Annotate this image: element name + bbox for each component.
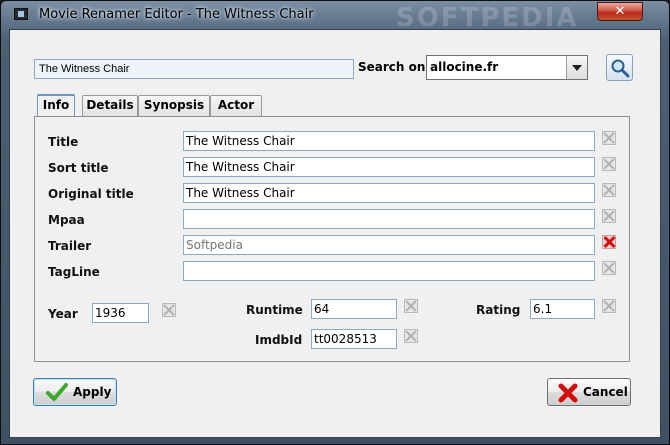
tab-synopsis[interactable]: Synopsis xyxy=(138,95,210,116)
chevron-down-icon[interactable] xyxy=(566,56,587,79)
year-field[interactable]: 1936 xyxy=(92,303,149,323)
rating-label: Rating xyxy=(476,303,521,317)
tab-info[interactable]: Info xyxy=(37,94,75,117)
dialog-body: The Witness Chair Search on allocine.fr … xyxy=(9,29,661,438)
title-bar[interactable]: Movie Renamer Editor - The Witness Chair… xyxy=(1,1,669,33)
search-source-value: allocine.fr xyxy=(430,60,499,74)
title-clear-checkbox[interactable] xyxy=(602,131,616,145)
title-label: Title xyxy=(48,135,79,149)
tab-synopsis-label: Synopsis xyxy=(143,98,205,112)
sort-title-label: Sort title xyxy=(48,161,109,175)
search-source-dropdown[interactable]: allocine.fr xyxy=(426,55,588,80)
tab-details-label: Details xyxy=(86,98,134,112)
editor-window: Movie Renamer Editor - The Witness Chair… xyxy=(0,0,670,445)
imdbid-clear-checkbox[interactable] xyxy=(404,329,418,343)
tab-actor[interactable]: Actor xyxy=(210,95,262,116)
runtime-clear-checkbox[interactable] xyxy=(404,299,418,313)
runtime-field[interactable]: 64 xyxy=(311,299,397,319)
search-icon xyxy=(611,59,630,78)
search-button[interactable] xyxy=(606,54,633,81)
mpaa-field[interactable] xyxy=(183,209,595,229)
window-title: Movie Renamer Editor - The Witness Chair xyxy=(39,7,314,22)
tagline-field[interactable] xyxy=(183,261,595,281)
runtime-label: Runtime xyxy=(246,303,303,317)
close-icon: ✕ xyxy=(614,4,626,19)
search-on-label: Search on xyxy=(358,60,426,74)
original-title-field[interactable]: The Witness Chair xyxy=(183,183,595,203)
tagline-clear-checkbox[interactable] xyxy=(602,261,616,275)
apply-button[interactable]: Apply xyxy=(33,378,117,406)
tab-info-label: Info xyxy=(42,98,70,112)
rating-field[interactable]: 6.1 xyxy=(530,299,595,319)
tab-details[interactable]: Details xyxy=(82,95,138,116)
info-panel: Title The Witness Chair Sort title The W… xyxy=(34,116,630,362)
close-window-button[interactable]: ✕ xyxy=(597,2,643,21)
sort-title-clear-checkbox[interactable] xyxy=(602,157,616,171)
original-title-clear-checkbox[interactable] xyxy=(602,183,616,197)
checkmark-icon xyxy=(46,383,68,401)
original-title-label: Original title xyxy=(48,187,134,201)
movie-name-field[interactable]: The Witness Chair xyxy=(34,59,354,79)
cancel-button[interactable]: Cancel xyxy=(547,378,631,406)
trailer-invalid-checkbox[interactable] xyxy=(602,235,616,249)
tagline-label: TagLine xyxy=(48,265,100,279)
year-label: Year xyxy=(48,307,78,321)
trailer-field[interactable]: Softpedia xyxy=(183,235,595,255)
year-clear-checkbox[interactable] xyxy=(162,303,176,317)
imdbid-label: ImdbId xyxy=(255,333,303,347)
app-icon xyxy=(14,8,28,20)
rating-clear-checkbox[interactable] xyxy=(602,299,616,313)
mpaa-label: Mpaa xyxy=(48,213,85,227)
mpaa-clear-checkbox[interactable] xyxy=(602,209,616,223)
sort-title-field[interactable]: The Witness Chair xyxy=(183,157,595,177)
apply-button-label: Apply xyxy=(73,385,112,399)
trailer-label: Trailer xyxy=(48,239,92,253)
cancel-x-icon xyxy=(558,383,578,403)
cancel-button-label: Cancel xyxy=(583,385,628,399)
imdbid-field[interactable]: tt0028513 xyxy=(311,329,397,349)
title-field[interactable]: The Witness Chair xyxy=(183,131,595,151)
tab-actor-label: Actor xyxy=(217,98,255,112)
